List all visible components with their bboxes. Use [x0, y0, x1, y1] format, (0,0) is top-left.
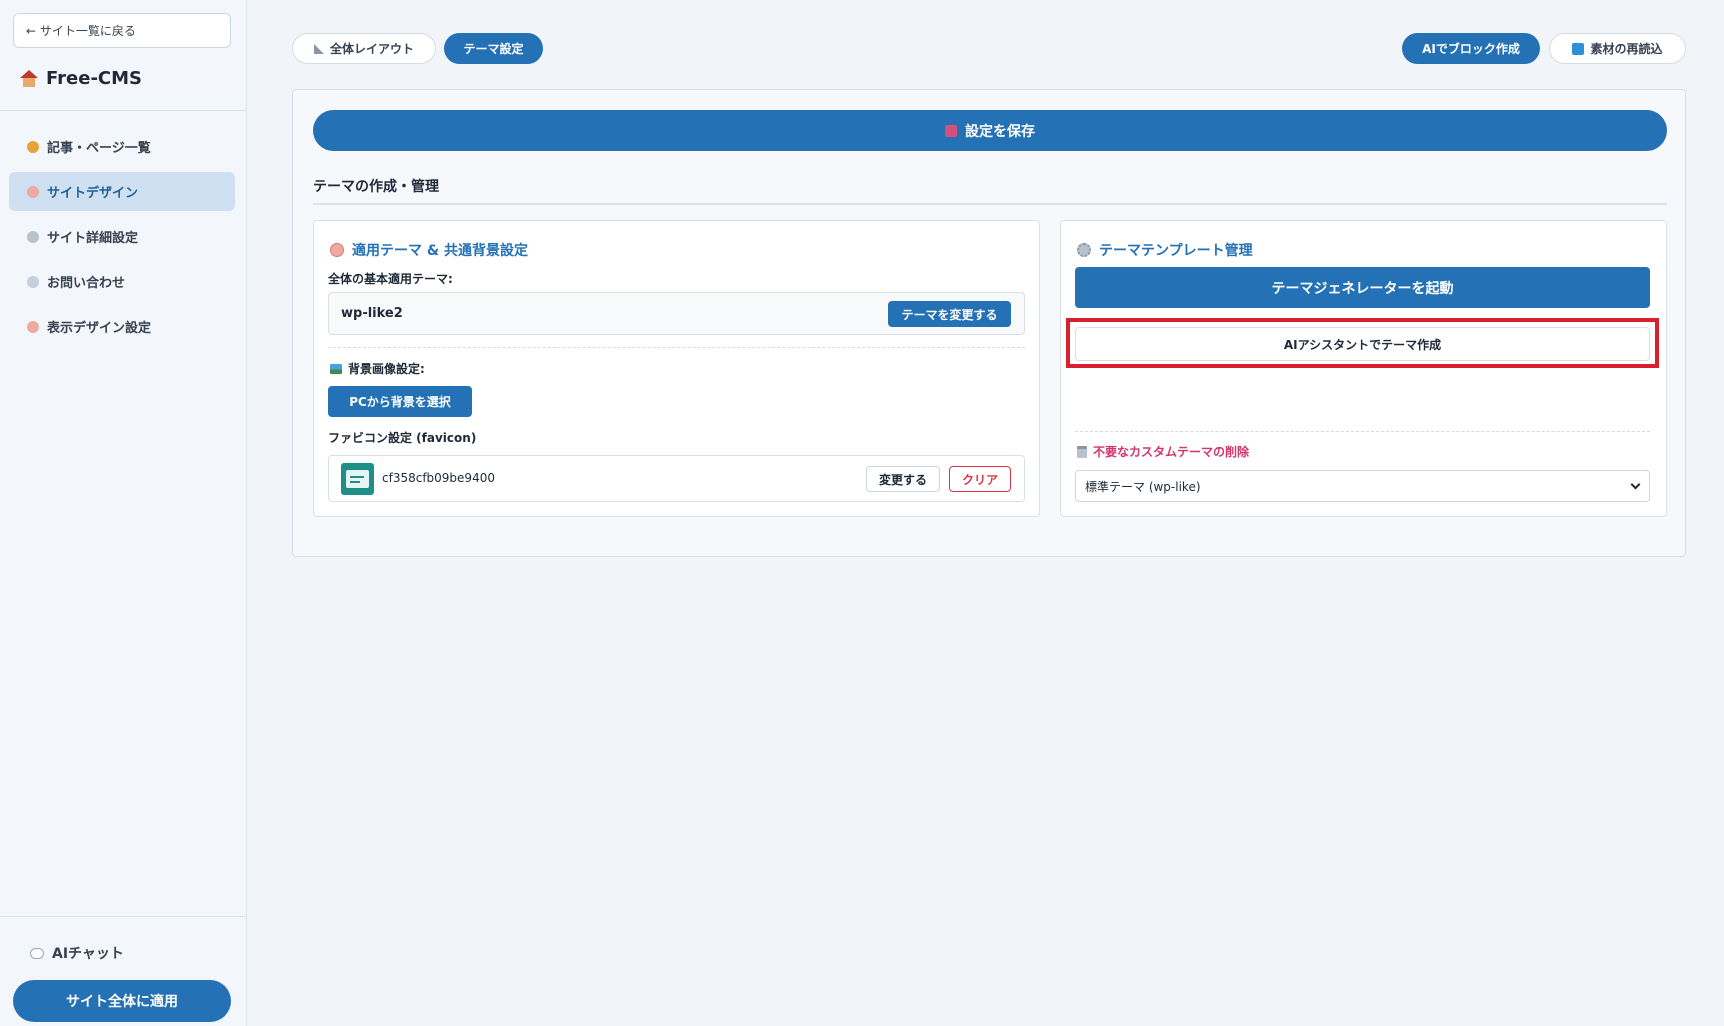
image-icon [330, 363, 342, 374]
base-theme-label: 全体の基本適用テーマ: [328, 272, 453, 286]
select-background-button[interactable]: PCから背景を選択 [328, 386, 472, 417]
ruler-icon [313, 43, 324, 54]
gear-icon [27, 230, 39, 243]
theme-generator-button[interactable]: テーマジェネレーターを起動 [1075, 267, 1650, 308]
sidebar-divider [0, 110, 247, 111]
apply-to-site-button[interactable]: サイト全体に適用 [13, 980, 231, 1022]
delete-theme-select[interactable]: 標準テーマ (wp-like) [1075, 470, 1650, 502]
delete-custom-theme-heading: 不要なカスタムテーマの削除 [1077, 443, 1249, 460]
sidebar-item-site-design[interactable]: サイトデザイン [9, 172, 235, 211]
favicon-change-button[interactable]: 変更する [866, 466, 940, 492]
sidebar-item-label: サイト詳細設定 [47, 231, 139, 246]
ai-chat-link[interactable]: AIチャット [30, 943, 124, 963]
bg-label-text: 背景画像設定: [348, 362, 425, 376]
reload-assets-button[interactable]: 素材の再読込 [1549, 33, 1686, 64]
section-title: テーマの作成・管理 [313, 179, 439, 195]
current-theme-name: wp-like2 [341, 306, 403, 321]
sidebar-item-site-settings[interactable]: サイト詳細設定 [9, 217, 235, 256]
dotted-divider [1075, 431, 1650, 432]
heading-text: 適用テーマ & 共通背景設定 [352, 243, 528, 259]
back-to-sites-link[interactable]: ← サイト一覧に戻る [13, 13, 231, 48]
back-label: ← サイト一覧に戻る [26, 24, 136, 38]
save-settings-button[interactable]: 設定を保存 [313, 110, 1667, 151]
tab-theme-settings[interactable]: テーマ設定 [444, 33, 543, 64]
bg-image-label: 背景画像設定: [330, 360, 425, 377]
section-divider [313, 203, 1667, 205]
tab-overall-layout[interactable]: 全体レイアウト [292, 33, 436, 64]
sidebar-item-contact[interactable]: お問い合わせ [9, 262, 235, 301]
select-value: 標準テーマ (wp-like) [1085, 479, 1201, 494]
favicon-label: ファビコン設定 (favicon) [328, 431, 477, 445]
sidebar: ← サイト一覧に戻る Free-CMS 記事・ページ一覧 サイトデザイン サイト… [0, 0, 247, 1026]
theme-template-heading: テーマテンプレート管理 [1077, 240, 1253, 260]
sidebar-item-display-design[interactable]: 表示デザイン設定 [9, 307, 235, 346]
trash-icon [1077, 445, 1087, 458]
change-theme-button[interactable]: テーマを変更する [888, 301, 1011, 327]
chat-bubble-icon [30, 947, 44, 959]
palette-icon [330, 243, 344, 257]
save-label: 設定を保存 [965, 123, 1035, 140]
palette-icon [27, 185, 39, 198]
highlight-box [1066, 318, 1659, 368]
favicon-filename: cf358cfb09be9400 [382, 471, 495, 485]
chevron-down-icon [1630, 479, 1641, 490]
house-icon [20, 69, 38, 88]
palette-icon [27, 320, 39, 333]
dotted-divider [328, 347, 1025, 348]
reload-label: 素材の再読込 [1590, 42, 1663, 56]
delete-heading-text: 不要なカスタムテーマの削除 [1093, 445, 1250, 459]
mail-icon [27, 275, 39, 288]
sidebar-item-label: 表示デザイン設定 [47, 321, 152, 336]
ai-chat-label: AIチャット [52, 946, 124, 962]
pencil-icon [27, 140, 39, 153]
sidebar-nav: 記事・ページ一覧 サイトデザイン サイト詳細設定 お問い合わせ 表示デザイン設定 [9, 127, 235, 352]
floppy-disk-icon [945, 124, 957, 137]
tab-label: 全体レイアウト [329, 42, 414, 56]
applied-theme-heading: 適用テーマ & 共通背景設定 [330, 240, 528, 260]
sidebar-item-label: サイトデザイン [47, 186, 139, 201]
sidebar-item-articles[interactable]: 記事・ページ一覧 [9, 127, 235, 166]
favicon-thumbnail [341, 463, 374, 495]
brand-name: Free-CMS [46, 68, 142, 89]
reload-icon [1572, 42, 1585, 55]
sidebar-item-label: お問い合わせ [47, 276, 126, 291]
sidebar-item-label: 記事・ページ一覧 [47, 141, 151, 156]
favicon-clear-button[interactable]: クリア [949, 466, 1011, 492]
gear-icon [1077, 243, 1091, 257]
ai-block-create-button[interactable]: AIでブロック作成 [1402, 33, 1540, 64]
heading-text: テーマテンプレート管理 [1099, 243, 1253, 259]
sidebar-bottom-divider [0, 916, 247, 917]
brand: Free-CMS [20, 68, 142, 89]
